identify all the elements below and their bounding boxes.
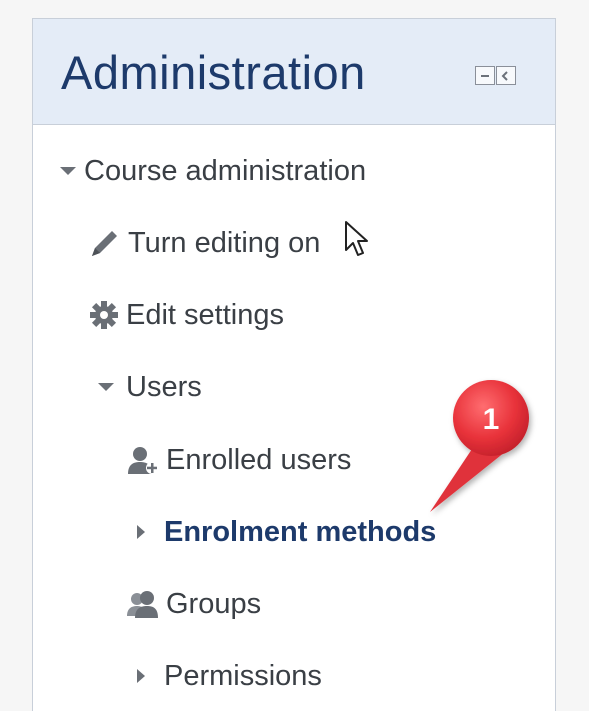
caret-right-icon (134, 666, 148, 686)
tree-item-enrolment-methods[interactable]: Enrolment methods (134, 512, 436, 552)
mouse-cursor-icon (344, 220, 370, 265)
block-controls (475, 66, 516, 85)
tree-item-label: Users (126, 370, 202, 403)
tree-item-label: Edit settings (126, 298, 284, 331)
tree-item-turn-editing-on[interactable]: Turn editing on (88, 223, 320, 263)
caret-down-icon (58, 164, 78, 178)
tree-item-label: Groups (166, 587, 262, 620)
user-plus-icon (126, 444, 160, 476)
tree-item-label: Enrolled users (166, 443, 352, 476)
tree-item-permissions[interactable]: Permissions (134, 656, 322, 696)
page: Administration Course administration Tur… (0, 0, 589, 711)
tree-item-label: Turn editing on (128, 226, 321, 259)
collapse-block-icon[interactable] (475, 66, 495, 85)
tree-item-edit-settings[interactable]: Edit settings (88, 295, 284, 335)
tree-item-label: Enrolment methods (164, 515, 437, 548)
dock-block-icon[interactable] (496, 66, 516, 85)
tree-item-users[interactable]: Users (94, 367, 202, 407)
block-title: Administration (61, 46, 366, 99)
users-icon (126, 588, 160, 620)
tree-item-label: Permissions (164, 659, 322, 692)
caret-right-icon (134, 522, 148, 542)
block-header: Administration (33, 19, 555, 125)
pencil-icon (88, 226, 122, 260)
administration-block: Administration (32, 18, 556, 711)
gear-icon (88, 299, 120, 331)
tree-item-enrolled-users[interactable]: Enrolled users (126, 440, 351, 480)
caret-down-icon (94, 380, 120, 394)
tree-item-groups[interactable]: Groups (126, 584, 261, 624)
tree-item-course-administration[interactable]: Course administration (58, 151, 366, 191)
tree-item-label: Course administration (84, 154, 367, 187)
